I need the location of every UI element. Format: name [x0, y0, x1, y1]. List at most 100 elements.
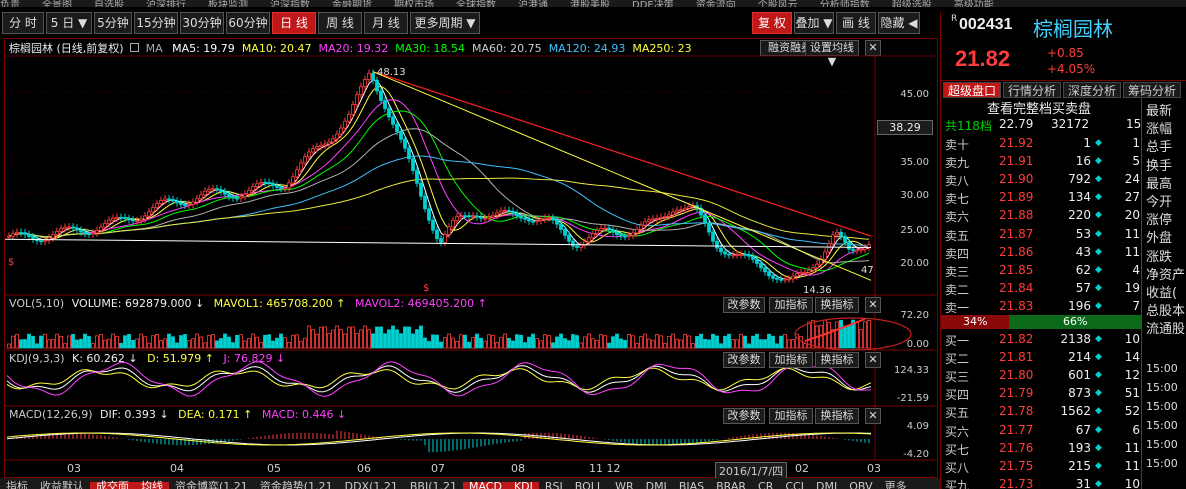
- indicator-tab[interactable]: RSI: [539, 481, 569, 489]
- top-menu-item[interactable]: 高级功能: [954, 1, 994, 8]
- period-button[interactable]: 15分钟: [134, 12, 178, 34]
- candle: [83, 231, 87, 235]
- toolbar-right-button[interactable]: 叠加 ▼: [794, 12, 834, 34]
- volume-bar: [191, 338, 195, 349]
- top-menu-item[interactable]: 金融期货: [332, 1, 372, 8]
- switch-indicator-button[interactable]: 换指标: [815, 297, 859, 313]
- quote-tab[interactable]: 超级盘口: [943, 82, 1001, 98]
- volume-bar: [523, 342, 527, 349]
- candle: [579, 244, 583, 248]
- top-menu-item[interactable]: 自选股: [94, 1, 124, 8]
- indicator-tab[interactable]: 更多: [879, 481, 913, 489]
- volume-bar: [263, 334, 267, 349]
- indicator-tab[interactable]: OBV: [843, 481, 878, 489]
- candle: [835, 231, 839, 236]
- indicator-tab[interactable]: 资金博弈(1.21: [169, 481, 254, 489]
- indicator-tab[interactable]: CCI: [779, 481, 810, 489]
- indicator-tab[interactable]: MACD: [462, 481, 508, 489]
- vol-name: VOL(5,10): [9, 297, 65, 310]
- indicator-tab[interactable]: BIAS: [673, 481, 710, 489]
- top-menu-item[interactable]: 港股美股: [570, 1, 610, 8]
- top-menu-item[interactable]: 全球指数: [456, 1, 496, 8]
- top-menu-item[interactable]: 期权市场: [394, 1, 434, 8]
- switch-indicator-button[interactable]: 换指标: [815, 352, 859, 368]
- candle: [295, 169, 299, 178]
- quote-tab[interactable]: 筹码分析: [1123, 82, 1181, 98]
- period-button[interactable]: 分 时: [2, 12, 44, 34]
- candle: [715, 240, 719, 249]
- price-tick: 25.00: [900, 225, 929, 236]
- candle: [591, 233, 595, 239]
- period-button[interactable]: 5 日 ▼: [46, 12, 92, 34]
- top-menu-item[interactable]: 个股风云: [758, 1, 798, 8]
- macd-dif: DIF: 0.393: [100, 408, 156, 421]
- volume-bar: [627, 334, 631, 349]
- candle: [375, 79, 379, 92]
- indicator-tab[interactable]: CR: [752, 481, 779, 489]
- top-menu-item[interactable]: 超级选股: [892, 1, 932, 8]
- quote-tab[interactable]: 行情分析: [1003, 82, 1061, 98]
- candle: [463, 215, 467, 218]
- top-menu-item[interactable]: 分析师指数: [820, 1, 870, 8]
- top-menu-item[interactable]: DDE决策: [632, 1, 674, 8]
- candle: [55, 230, 59, 236]
- quote-field-label: 涨停: [1146, 213, 1173, 229]
- volume-bar: [675, 338, 679, 349]
- top-menu-item[interactable]: 板块监测: [208, 1, 248, 8]
- indicator-tab[interactable]: KDJ: [507, 481, 539, 489]
- add-indicator-button[interactable]: 加指标: [769, 408, 813, 424]
- volume-bar: [695, 336, 699, 349]
- candle: [659, 216, 663, 219]
- add-indicator-button[interactable]: 加指标: [769, 352, 813, 368]
- indicator-tab[interactable]: DMI: [640, 481, 673, 489]
- top-menu-item[interactable]: 沪深排行: [146, 1, 186, 8]
- indicator-tab[interactable]: BRAR: [710, 481, 752, 489]
- candle: [655, 218, 659, 220]
- volume-bar: [303, 337, 307, 349]
- top-menu-item[interactable]: 沪港通: [518, 1, 548, 8]
- volume-bar: [775, 343, 779, 349]
- change-params-button[interactable]: 改参数: [723, 297, 765, 313]
- indicator-tab[interactable]: WR: [609, 481, 640, 489]
- toolbar-right-button[interactable]: 隐藏 ◀: [878, 12, 920, 34]
- indicator-tab[interactable]: 指标: [0, 481, 34, 489]
- change-params-button[interactable]: 改参数: [723, 352, 765, 368]
- indicator-tab[interactable]: DDX(1.21: [339, 481, 404, 489]
- indicator-tab[interactable]: 收益默认: [34, 481, 90, 489]
- period-button[interactable]: 月 线: [364, 12, 408, 34]
- diamond-icon: ◆: [1095, 264, 1102, 275]
- indicator-tab[interactable]: 成交面: [90, 481, 135, 489]
- period-button[interactable]: 30分钟: [180, 12, 224, 34]
- volume-bar: [583, 336, 587, 349]
- change-params-button[interactable]: 改参数: [723, 408, 765, 424]
- top-menu-item[interactable]: 沪深指数: [270, 1, 310, 8]
- candle: [467, 215, 471, 218]
- toolbar-right-button[interactable]: 复 权: [752, 12, 792, 34]
- volume-bar: [107, 338, 111, 349]
- add-indicator-button[interactable]: 加指标: [769, 297, 813, 313]
- period-button[interactable]: 周 线: [318, 12, 362, 34]
- indicator-tab[interactable]: 资金趋势(1.21: [254, 481, 339, 489]
- top-menu-item[interactable]: 资金流向: [696, 1, 736, 8]
- top-menu-item[interactable]: 全景图: [42, 1, 72, 8]
- volume-bar: [47, 339, 51, 349]
- candle: [427, 208, 431, 221]
- switch-indicator-button[interactable]: 换指标: [815, 408, 859, 424]
- period-button[interactable]: 5分钟: [94, 12, 132, 34]
- period-button[interactable]: 60分钟: [226, 12, 270, 34]
- quote-field-label: 流通股: [1146, 322, 1186, 338]
- candle: [523, 217, 527, 220]
- candle: [563, 229, 567, 236]
- toolbar-right-button[interactable]: 画 线: [836, 12, 876, 34]
- volume-bar: [843, 325, 847, 349]
- quote-tab[interactable]: 深度分析: [1063, 82, 1121, 98]
- period-button[interactable]: 更多周期 ▼: [410, 12, 480, 34]
- top-menu-item[interactable]: 负责: [0, 1, 20, 8]
- indicator-tab[interactable]: BBI(1.21: [404, 481, 463, 489]
- indicator-tab[interactable]: 均线: [135, 481, 169, 489]
- bid-row: 买七 21.76 193 ◆ 11: [945, 440, 1140, 457]
- volume-bar: [483, 340, 487, 349]
- indicator-tab[interactable]: DMI: [810, 481, 843, 489]
- period-button[interactable]: 日 线: [272, 12, 316, 34]
- indicator-tab[interactable]: BOLL: [569, 481, 609, 489]
